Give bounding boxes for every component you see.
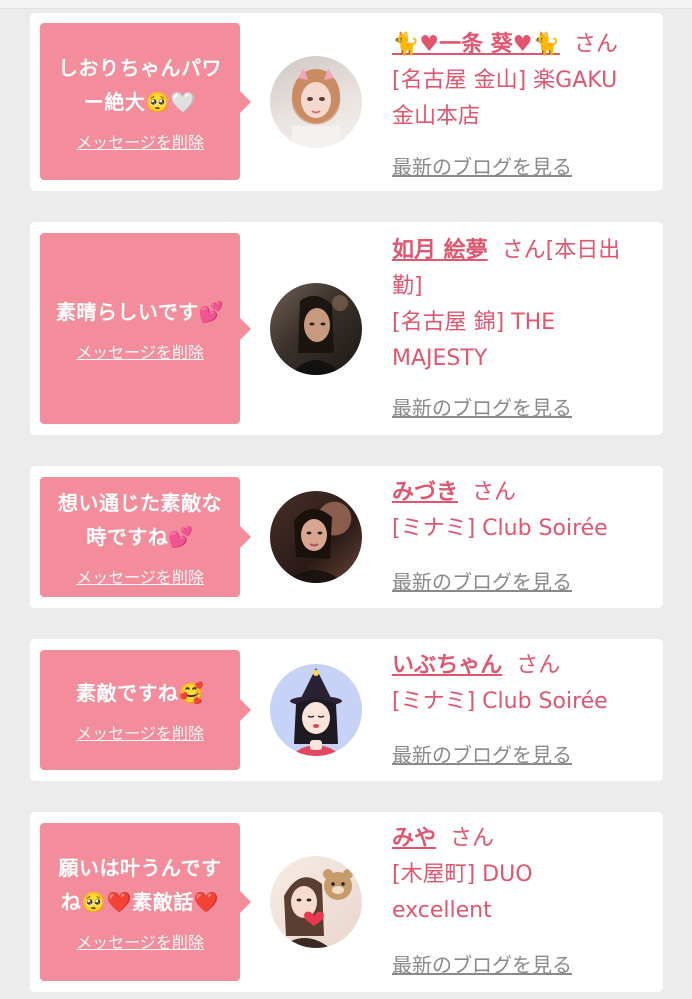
shop-name: 金山本店	[392, 104, 481, 129]
message-bubble: 願いは叶うんです ね🥺❤️素敵話❤️ メッセージを削除	[40, 823, 251, 981]
avatar[interactable]	[270, 283, 362, 375]
message-text-line: 素晴らしいです💕	[55, 299, 225, 324]
honorific: さん	[573, 32, 618, 57]
cast-name-link[interactable]: 🐈♥︎一条 葵♥︎🐈	[392, 32, 560, 57]
message-text-line: 願いは叶うんです	[58, 856, 222, 880]
message-bubble: しおりちゃんパワ ー絶大🥺🤍 メッセージを削除	[40, 23, 251, 180]
shop-name: [木屋町] DUO	[392, 862, 533, 887]
message-bubble: 素敵ですね🥰 メッセージを削除	[40, 650, 251, 770]
honorific: さん	[450, 826, 495, 851]
cast-name-link[interactable]: みづき	[392, 480, 458, 505]
delete-message-link[interactable]: メッセージを削除	[76, 929, 204, 953]
avatar[interactable]	[270, 56, 362, 148]
latest-blog-link[interactable]: 最新のブログを見る	[392, 949, 572, 978]
top-divider	[0, 0, 692, 9]
cast-info: いぶちゃん さん [ミナミ] Club Soirée	[392, 648, 654, 720]
delete-message-link[interactable]: メッセージを削除	[76, 720, 204, 744]
shop-name: [ミナミ] Club Soirée	[392, 689, 608, 714]
cast-info: みづき さん [ミナミ] Club Soirée	[392, 475, 654, 547]
cast-name-link[interactable]: みや	[392, 826, 436, 851]
shop-name: excellent	[392, 898, 492, 923]
delete-message-link[interactable]: メッセージを削除	[76, 339, 204, 363]
honorific: さん	[472, 480, 517, 505]
cast-info: みや さん [木屋町] DUO excellent	[392, 821, 654, 929]
shop-name: [ミナミ] Club Soirée	[392, 516, 608, 541]
honorific: さん	[516, 653, 561, 678]
message-text-line: しおりちゃんパワ	[58, 55, 222, 80]
message-text-line: 時ですね💕	[86, 525, 194, 549]
honorific: さん[本日出	[501, 238, 621, 263]
message-text-line: 想い通じた素敵な	[58, 491, 222, 515]
latest-blog-link[interactable]: 最新のブログを見る	[392, 392, 572, 421]
shop-name: [名古屋 錦] THE	[392, 310, 556, 335]
honorific-continued: 勤]	[392, 274, 423, 299]
message-card: 素晴らしいです💕 メッセージを削除 如月 絵夢 さん[本日出 勤] [名古屋 錦]…	[30, 222, 663, 435]
latest-blog-link[interactable]: 最新のブログを見る	[392, 739, 572, 768]
latest-blog-link[interactable]: 最新のブログを見る	[392, 151, 572, 180]
shop-name: MAJESTY	[392, 346, 488, 371]
message-bubble: 素晴らしいです💕 メッセージを削除	[40, 233, 251, 424]
shop-name: [名古屋 金山] 楽GAKU	[392, 68, 618, 93]
avatar-portrait-image	[280, 869, 353, 948]
message-card: 素敵ですね🥰 メッセージを削除 いぶちゃん さん [ミナミ] Club Soiré…	[30, 639, 663, 781]
avatar-portrait-image	[286, 508, 344, 583]
avatar-portrait-image	[290, 295, 348, 375]
avatar[interactable]	[270, 491, 362, 583]
message-text-line: ね🥺❤️素敵話❤️	[60, 890, 220, 914]
delete-message-link[interactable]: メッセージを削除	[76, 129, 204, 153]
cast-info: 如月 絵夢 さん[本日出 勤] [名古屋 錦] THE MAJESTY	[392, 233, 654, 377]
avatar-illustration-image	[290, 668, 342, 756]
delete-message-link[interactable]: メッセージを削除	[76, 564, 204, 588]
message-card: 想い通じた素敵な 時ですね💕 メッセージを削除 みづき さん [ミナミ] Club…	[30, 466, 663, 608]
cast-info: 🐈♥︎一条 葵♥︎🐈 さん [名古屋 金山] 楽GAKU 金山本店	[392, 27, 654, 135]
cast-name-link[interactable]: いぶちゃん	[392, 653, 502, 678]
message-text-line: ー絶大🥺🤍	[83, 89, 197, 114]
message-card: しおりちゃんパワ ー絶大🥺🤍 メッセージを削除 🐈♥︎一条 葵♥︎🐈 さん [名古…	[30, 13, 663, 191]
avatar[interactable]	[270, 664, 362, 756]
message-text-line: 素敵ですね🥰	[76, 681, 204, 705]
avatar-portrait-image	[292, 68, 340, 148]
message-bubble: 想い通じた素敵な 時ですね💕 メッセージを削除	[40, 477, 251, 597]
avatar[interactable]	[270, 856, 362, 948]
latest-blog-link[interactable]: 最新のブログを見る	[392, 566, 572, 595]
message-card: 願いは叶うんです ね🥺❤️素敵話❤️ メッセージを削除 みや さん [木屋町] D…	[30, 812, 663, 992]
cast-name-link[interactable]: 如月 絵夢	[392, 238, 488, 263]
